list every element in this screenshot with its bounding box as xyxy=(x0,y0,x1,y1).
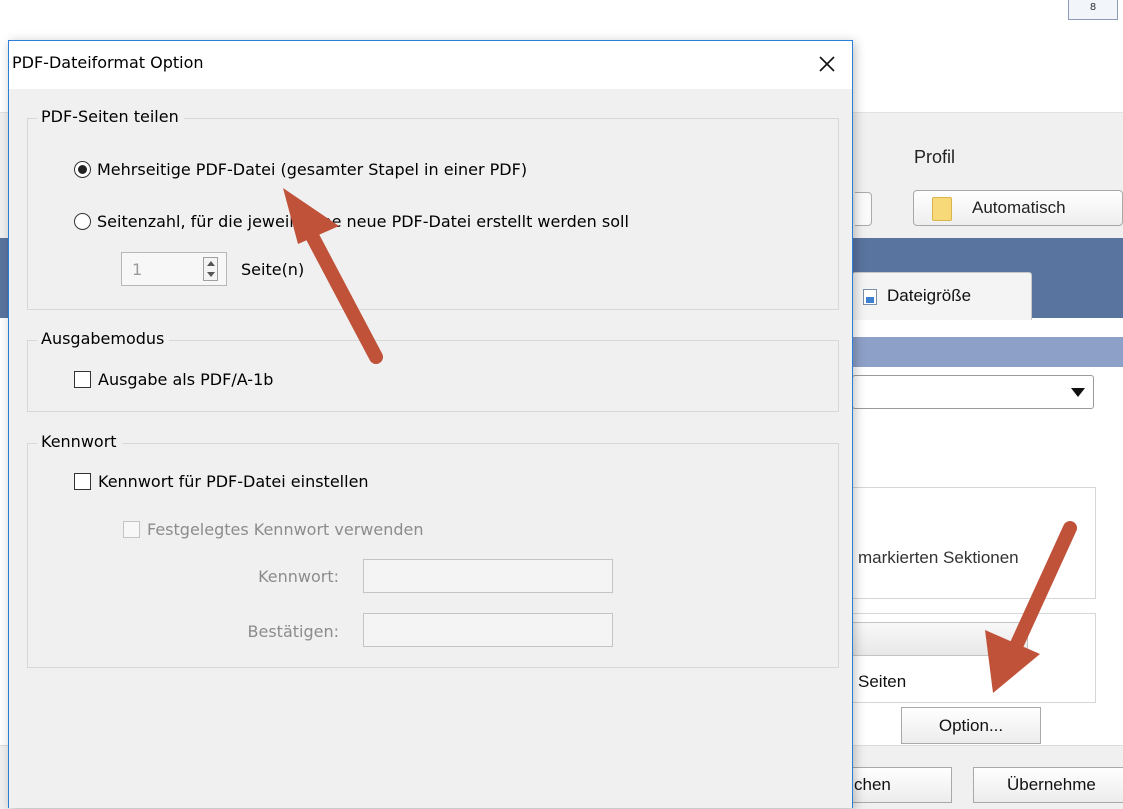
section-header-band xyxy=(852,337,1123,367)
sections-text: markierten Sektionen xyxy=(858,548,1019,567)
radio-pages-per-file-label: Seitenzahl, für die jeweils eine neue PD… xyxy=(97,212,629,231)
profile-button[interactable]: Automatisch xyxy=(913,190,1123,226)
checkbox-fixed-password-label: Festgelegtes Kennwort verwenden xyxy=(147,520,424,539)
checkbox-set-password[interactable]: Kennwort für PDF-Datei einstellen xyxy=(74,472,369,491)
tab-dateigroesse[interactable]: Dateigröße xyxy=(852,272,1032,320)
profile-label: Profil xyxy=(914,147,956,167)
group-output-label: Ausgabemodus xyxy=(37,329,170,348)
file-size-icon xyxy=(863,289,877,305)
group-split-label: PDF-Seiten teilen xyxy=(37,107,184,126)
spinner-down-icon[interactable] xyxy=(207,272,215,277)
checkbox-fixed-password[interactable]: Festgelegtes Kennwort verwenden xyxy=(123,520,424,539)
pages-spinner[interactable]: 1 xyxy=(121,252,227,286)
radio-multipage-label: Mehrseitige PDF-Datei (gesamter Stapel i… xyxy=(97,160,528,179)
folder-icon xyxy=(932,197,952,221)
radio-pages-per-file[interactable]: Seitenzahl, für die jeweils eine neue PD… xyxy=(74,212,629,231)
format-dropdown[interactable] xyxy=(852,375,1094,409)
password-field-label: Kennwort: xyxy=(258,567,339,586)
tab-label: Dateigröße xyxy=(887,286,972,305)
checkbox-fixed-password-box[interactable] xyxy=(123,521,140,538)
spinner-up-icon[interactable] xyxy=(207,261,215,266)
checkbox-set-password-label: Kennwort für PDF-Datei einstellen xyxy=(98,472,369,491)
group-password-label: Kennwort xyxy=(37,432,122,451)
cancel-button-partial[interactable]: chen xyxy=(852,767,952,803)
pages-spinner-value: 1 xyxy=(132,260,143,279)
radio-multipage-button[interactable] xyxy=(74,161,91,178)
close-icon[interactable] xyxy=(814,51,840,77)
radio-pages-per-file-button[interactable] xyxy=(74,213,91,230)
checkbox-pdfa-box[interactable] xyxy=(74,371,91,388)
confirm-password-input[interactable] xyxy=(363,613,613,647)
group-box-sections xyxy=(852,487,1096,599)
toolbar-button-partial[interactable] xyxy=(855,192,872,226)
spinner-buttons[interactable] xyxy=(203,257,218,281)
dialog-title: PDF-Dateiformat Option xyxy=(12,53,204,72)
pages-text: Seiten xyxy=(858,672,907,691)
dialog-titlebar: PDF-Dateiformat Option xyxy=(9,41,852,89)
pdf-format-option-dialog: PDF-Dateiformat Option PDF-Seiten teilen… xyxy=(8,40,853,808)
apply-button-partial[interactable]: Übernehme xyxy=(973,767,1123,803)
dropdown-arrow-icon xyxy=(1071,388,1085,397)
profile-button-label: Automatisch xyxy=(972,198,1066,217)
checkbox-pdfa-label: Ausgabe als PDF/A-1b xyxy=(98,370,274,389)
top-right-button[interactable]: 8 xyxy=(1068,0,1118,20)
checkbox-set-password-box[interactable] xyxy=(74,473,91,490)
pages-unit-label: Seite(n) xyxy=(241,260,305,279)
password-input[interactable] xyxy=(363,559,613,593)
pages-control-bar[interactable] xyxy=(852,622,1028,656)
checkbox-pdfa[interactable]: Ausgabe als PDF/A-1b xyxy=(74,370,273,389)
confirm-field-label: Bestätigen: xyxy=(247,622,339,641)
radio-multipage[interactable]: Mehrseitige PDF-Datei (gesamter Stapel i… xyxy=(74,160,527,179)
option-button[interactable]: Option... xyxy=(901,707,1041,744)
